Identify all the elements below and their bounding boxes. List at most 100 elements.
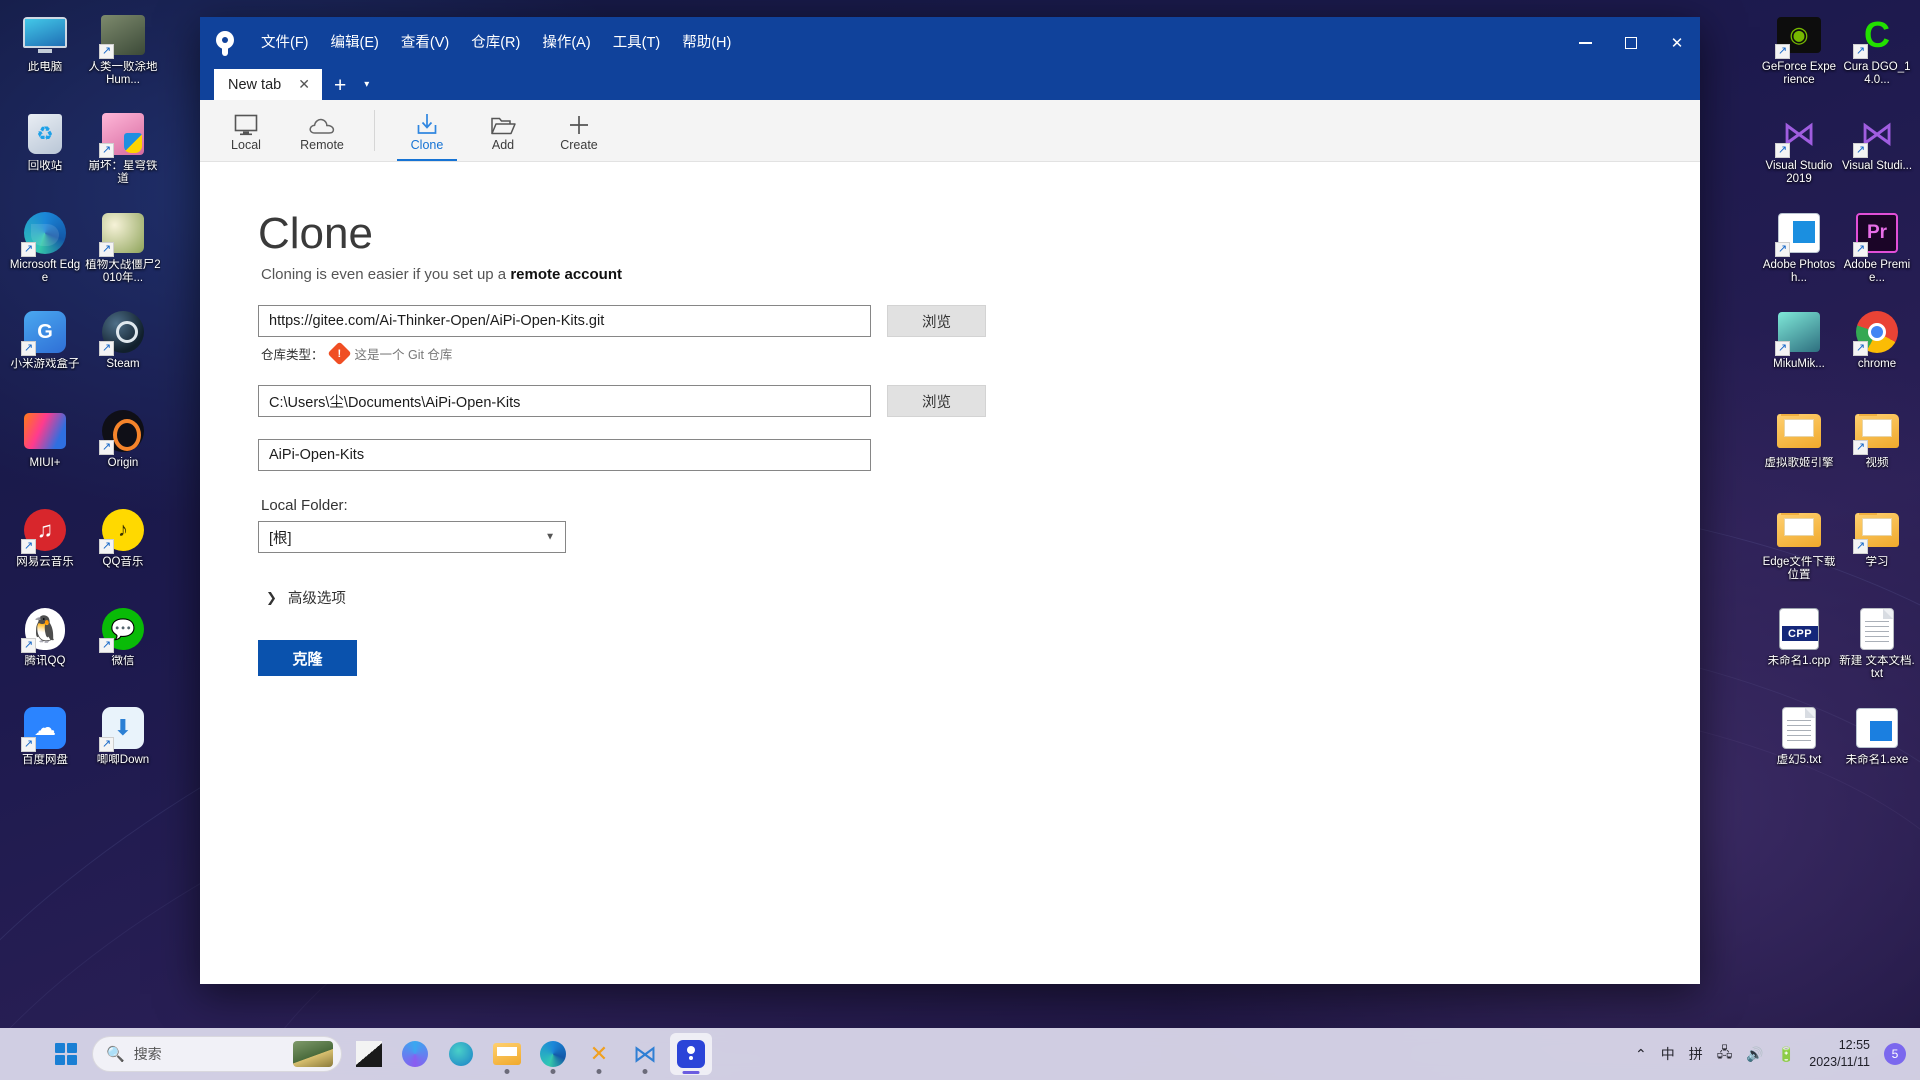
repository-url-input[interactable] [258, 305, 871, 337]
search-highlight-thumbnail[interactable] [293, 1041, 333, 1067]
tab-new-tab[interactable]: New tab ✕ [214, 69, 322, 100]
desktop-icon[interactable]: Adobe Photosh... [1760, 204, 1838, 303]
tab-close-icon[interactable]: ✕ [295, 76, 313, 93]
cura-icon: C [1853, 12, 1900, 59]
notification-badge[interactable]: 5 [1884, 1043, 1906, 1065]
desktop-icon[interactable]: Microsoft Edge [6, 204, 84, 303]
desktop-icon-label: 人类一败涂地 Hum... [88, 61, 158, 86]
desktop-icon-label: 微信 [111, 655, 135, 667]
desktop-icon[interactable]: Edge文件下载位置 [1760, 501, 1838, 600]
window-titlebar[interactable]: 文件(F) 编辑(E) 查看(V) 仓库(R) 操作(A) 工具(T) 帮助(H) ✕ [200, 17, 1700, 69]
url-browse-button[interactable]: 浏览 [887, 305, 986, 337]
desktop-icon[interactable]: ⋈ Visual Studi... [1838, 105, 1916, 204]
desktop-icon[interactable]: 腾讯QQ [6, 600, 84, 699]
main-toolbar[interactable]: Local Remote Clone Add Create [200, 100, 1700, 162]
menu-view[interactable]: 查看(V) [390, 17, 460, 69]
menu-help[interactable]: 帮助(H) [671, 17, 742, 69]
menu-bar[interactable]: 文件(F) 编辑(E) 查看(V) 仓库(R) 操作(A) 工具(T) 帮助(H) [250, 17, 742, 69]
window-controls[interactable]: ✕ [1562, 17, 1700, 69]
desktop-icon[interactable]: ☁ 百度网盘 [6, 699, 84, 798]
desktop-icon[interactable]: Origin [84, 402, 162, 501]
app-logo-icon [212, 30, 238, 56]
shortcut-arrow-icon [21, 638, 36, 653]
repository-type-value: 这是一个 Git 仓库 [354, 348, 453, 362]
menu-repository[interactable]: 仓库(R) [460, 17, 531, 69]
desktop-icon[interactable]: PrAdobe Premie... [1838, 204, 1916, 303]
toolbar-button-local[interactable]: Local [208, 100, 284, 161]
ime-pinyin-indicator[interactable]: 拼 [1689, 1044, 1703, 1064]
repository-name-input[interactable] [258, 439, 871, 471]
desktop-icon[interactable]: MikuMik... [1760, 303, 1838, 402]
desktop-icon[interactable]: G 小米游戏盒子 [6, 303, 84, 402]
desktop-icon[interactable]: 新建 文本文档.txt [1838, 600, 1916, 699]
taskbar-app-thunder[interactable]: ✕ [578, 1033, 620, 1075]
desktop-icon[interactable]: ◉GeForce Experience [1760, 6, 1838, 105]
sourcetree-window[interactable]: 文件(F) 编辑(E) 查看(V) 仓库(R) 操作(A) 工具(T) 帮助(H) ✕ Ne… [200, 17, 1700, 984]
desktop-icon[interactable]: 视频 [1838, 402, 1916, 501]
edge-icon [21, 210, 68, 257]
minimize-button[interactable] [1562, 17, 1608, 69]
desktop-icon[interactable]: 未命名1.exe [1838, 699, 1916, 798]
search-input[interactable]: 🔍 搜索 [92, 1036, 342, 1072]
toolbar-button-create[interactable]: Create [541, 100, 617, 161]
tab-list-chevron-icon[interactable]: ▾ [358, 70, 375, 100]
menu-edit[interactable]: 编辑(E) [320, 17, 390, 69]
desktop-icon[interactable]: 虚幻5.txt [1760, 699, 1838, 798]
desktop-icon[interactable]: CCura DGO_14.0... [1838, 6, 1916, 105]
desktop-icon[interactable]: ⬇ 唧唧Down [84, 699, 162, 798]
menu-file[interactable]: 文件(F) [250, 17, 320, 69]
tab-strip[interactable]: New tab ✕ + ▾ [200, 69, 1700, 100]
path-browse-button[interactable]: 浏览 [887, 385, 986, 417]
desktop-icon[interactable]: Steam [84, 303, 162, 402]
taskbar-app-vscode[interactable]: ⋈ [624, 1033, 666, 1075]
clock[interactable]: 12:55 2023/11/11 [1809, 1037, 1870, 1071]
local-folder-select[interactable]: [根] ▼ [258, 521, 566, 553]
desktop-icon[interactable]: 崩坏：星穹铁道 [84, 105, 162, 204]
desktop-icon[interactable]: 此电脑 [6, 6, 84, 105]
taskbar-app-office-icon [356, 1041, 382, 1067]
desktop[interactable]: 此电脑 人类一败涂地 Hum... 回收站 崩坏：星穹铁道 Microsoft Edge… [0, 0, 1920, 1080]
shortcut-arrow-icon [99, 539, 114, 554]
desktop-icon-label: 未命名1.cpp [1767, 655, 1831, 667]
desktop-icon[interactable]: 回收站 [6, 105, 84, 204]
maximize-button[interactable] [1608, 17, 1654, 69]
destination-path-input[interactable] [258, 385, 871, 417]
desktop-icon-label: 回收站 [27, 160, 63, 172]
taskbar-app-sourcetree[interactable] [670, 1033, 712, 1075]
system-tray[interactable]: ⌃ 中 拼 🖧 🔊 🔋 12:55 2023/11/11 5 [1635, 1037, 1920, 1071]
toolbar-button-add[interactable]: Add [465, 100, 541, 161]
taskbar[interactable]: 🔍 搜索 ✕ ⋈ ⌃ 中 拼 🖧 🔊 🔋 12:55 2023/11/11 5 [0, 1028, 1920, 1080]
start-button[interactable] [46, 1034, 86, 1074]
desktop-icon[interactable]: 💬 微信 [84, 600, 162, 699]
new-tab-button[interactable]: + [322, 72, 358, 100]
menu-actions[interactable]: 操作(A) [531, 17, 601, 69]
desktop-icon[interactable]: 学习 [1838, 501, 1916, 600]
advanced-options-toggle[interactable]: ❯ 高级选项 [266, 587, 346, 608]
toolbar-button-clone[interactable]: Clone [389, 100, 465, 161]
remote-account-link[interactable]: remote account [510, 266, 622, 283]
volume-icon[interactable]: 🔊 [1746, 1046, 1763, 1063]
battery-charging-icon[interactable]: 🔋 [1778, 1046, 1795, 1063]
desktop-icon[interactable]: MIUI+ [6, 402, 84, 501]
desktop-icon[interactable]: 人类一败涂地 Hum... [84, 6, 162, 105]
desktop-icon[interactable]: 植物大战僵尸2010年... [84, 204, 162, 303]
ime-mode-indicator[interactable]: 中 [1661, 1044, 1675, 1064]
desktop-icon[interactable]: chrome [1838, 303, 1916, 402]
close-button[interactable]: ✕ [1654, 17, 1700, 69]
taskbar-app-settings[interactable] [440, 1033, 482, 1075]
network-icon[interactable]: 🖧 [1717, 1042, 1733, 1066]
toolbar-button-remote[interactable]: Remote [284, 100, 360, 161]
desktop-icon[interactable]: CPP 未命名1.cpp [1760, 600, 1838, 699]
taskbar-app-office[interactable] [348, 1033, 390, 1075]
clone-button[interactable]: 克隆 [258, 640, 357, 676]
desktop-icon[interactable]: ⋈Visual Studio 2019 [1760, 105, 1838, 204]
tray-expand-chevron-icon[interactable]: ⌃ [1635, 1046, 1647, 1063]
menu-tools[interactable]: 工具(T) [602, 17, 672, 69]
desktop-icon[interactable]: ♫ 网易云音乐 [6, 501, 84, 600]
taskbar-app-file-explorer[interactable] [486, 1033, 528, 1075]
desktop-icon[interactable]: 虚拟歌姬引擎 [1760, 402, 1838, 501]
desktop-icon-label: Adobe Premie... [1843, 259, 1911, 284]
taskbar-app-edge[interactable] [532, 1033, 574, 1075]
desktop-icon[interactable]: ♪ QQ音乐 [84, 501, 162, 600]
taskbar-app-copilot[interactable] [394, 1033, 436, 1075]
